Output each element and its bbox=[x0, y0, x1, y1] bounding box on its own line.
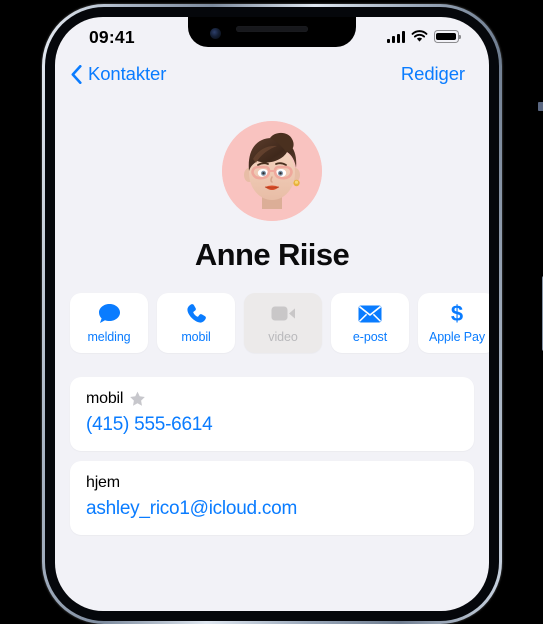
wifi-icon bbox=[411, 30, 428, 42]
detail-label-row: hjem bbox=[86, 474, 458, 492]
memoji-avatar-image bbox=[222, 121, 322, 221]
detail-label-row: mobil bbox=[86, 390, 458, 408]
detail-value-phone[interactable]: (415) 555-6614 bbox=[86, 414, 458, 436]
detail-value-email[interactable]: ashley_rico1@icloud.com bbox=[86, 498, 458, 520]
message-bubble-icon bbox=[98, 303, 121, 325]
action-label: video bbox=[268, 329, 298, 344]
action-button-e-post[interactable]: e-post bbox=[331, 293, 409, 353]
svg-text:$: $ bbox=[451, 302, 463, 325]
notch bbox=[188, 17, 356, 47]
quick-action-row: melding mobil video e-post $ Apple Pay bbox=[70, 293, 489, 353]
contact-details-list: mobil (415) 555-6614 hjem ashley_rico1@i… bbox=[70, 377, 474, 545]
action-label: melding bbox=[87, 329, 131, 344]
antenna-line-right bbox=[538, 102, 543, 111]
phone-frame: 09:41 Kontakter Rediger Anne Riise meldi… bbox=[42, 4, 543, 624]
earpiece-speaker-icon bbox=[236, 26, 308, 32]
cellular-bars-icon bbox=[387, 31, 405, 43]
navigation-bar: Kontakter Rediger bbox=[55, 63, 489, 101]
action-label: e-post bbox=[352, 329, 388, 344]
video-camera-icon bbox=[271, 303, 296, 325]
action-button-video: video bbox=[244, 293, 322, 353]
detail-label: hjem bbox=[86, 474, 120, 491]
edit-button[interactable]: Rediger bbox=[401, 63, 465, 85]
back-button-label: Kontakter bbox=[88, 63, 167, 84]
action-label: Apple Pay bbox=[428, 329, 486, 344]
action-button-apple-pay[interactable]: $ Apple Pay bbox=[418, 293, 489, 353]
chevron-left-icon bbox=[71, 64, 82, 84]
battery-icon bbox=[434, 30, 462, 43]
phone-screen: 09:41 Kontakter Rediger Anne Riise meldi… bbox=[55, 17, 489, 611]
status-time: 09:41 bbox=[89, 27, 135, 47]
phone-handset-icon bbox=[186, 303, 207, 325]
action-button-mobil[interactable]: mobil bbox=[157, 293, 235, 353]
star-icon bbox=[130, 391, 146, 406]
contact-name: Anne Riise bbox=[194, 237, 350, 272]
front-camera-icon bbox=[210, 28, 221, 39]
action-button-melding[interactable]: melding bbox=[70, 293, 148, 353]
detail-label: mobil bbox=[86, 390, 124, 407]
dollar-sign-icon: $ bbox=[449, 302, 465, 325]
memoji-avatar[interactable] bbox=[222, 121, 322, 221]
envelope-icon bbox=[358, 303, 382, 325]
detail-card-hjem[interactable]: hjem ashley_rico1@icloud.com bbox=[70, 461, 474, 535]
back-button[interactable]: Kontakter bbox=[71, 63, 166, 85]
detail-card-mobil[interactable]: mobil (415) 555-6614 bbox=[70, 377, 474, 451]
status-indicators bbox=[387, 30, 462, 43]
action-label: mobil bbox=[181, 329, 211, 344]
contact-header: Anne Riise bbox=[55, 121, 489, 273]
